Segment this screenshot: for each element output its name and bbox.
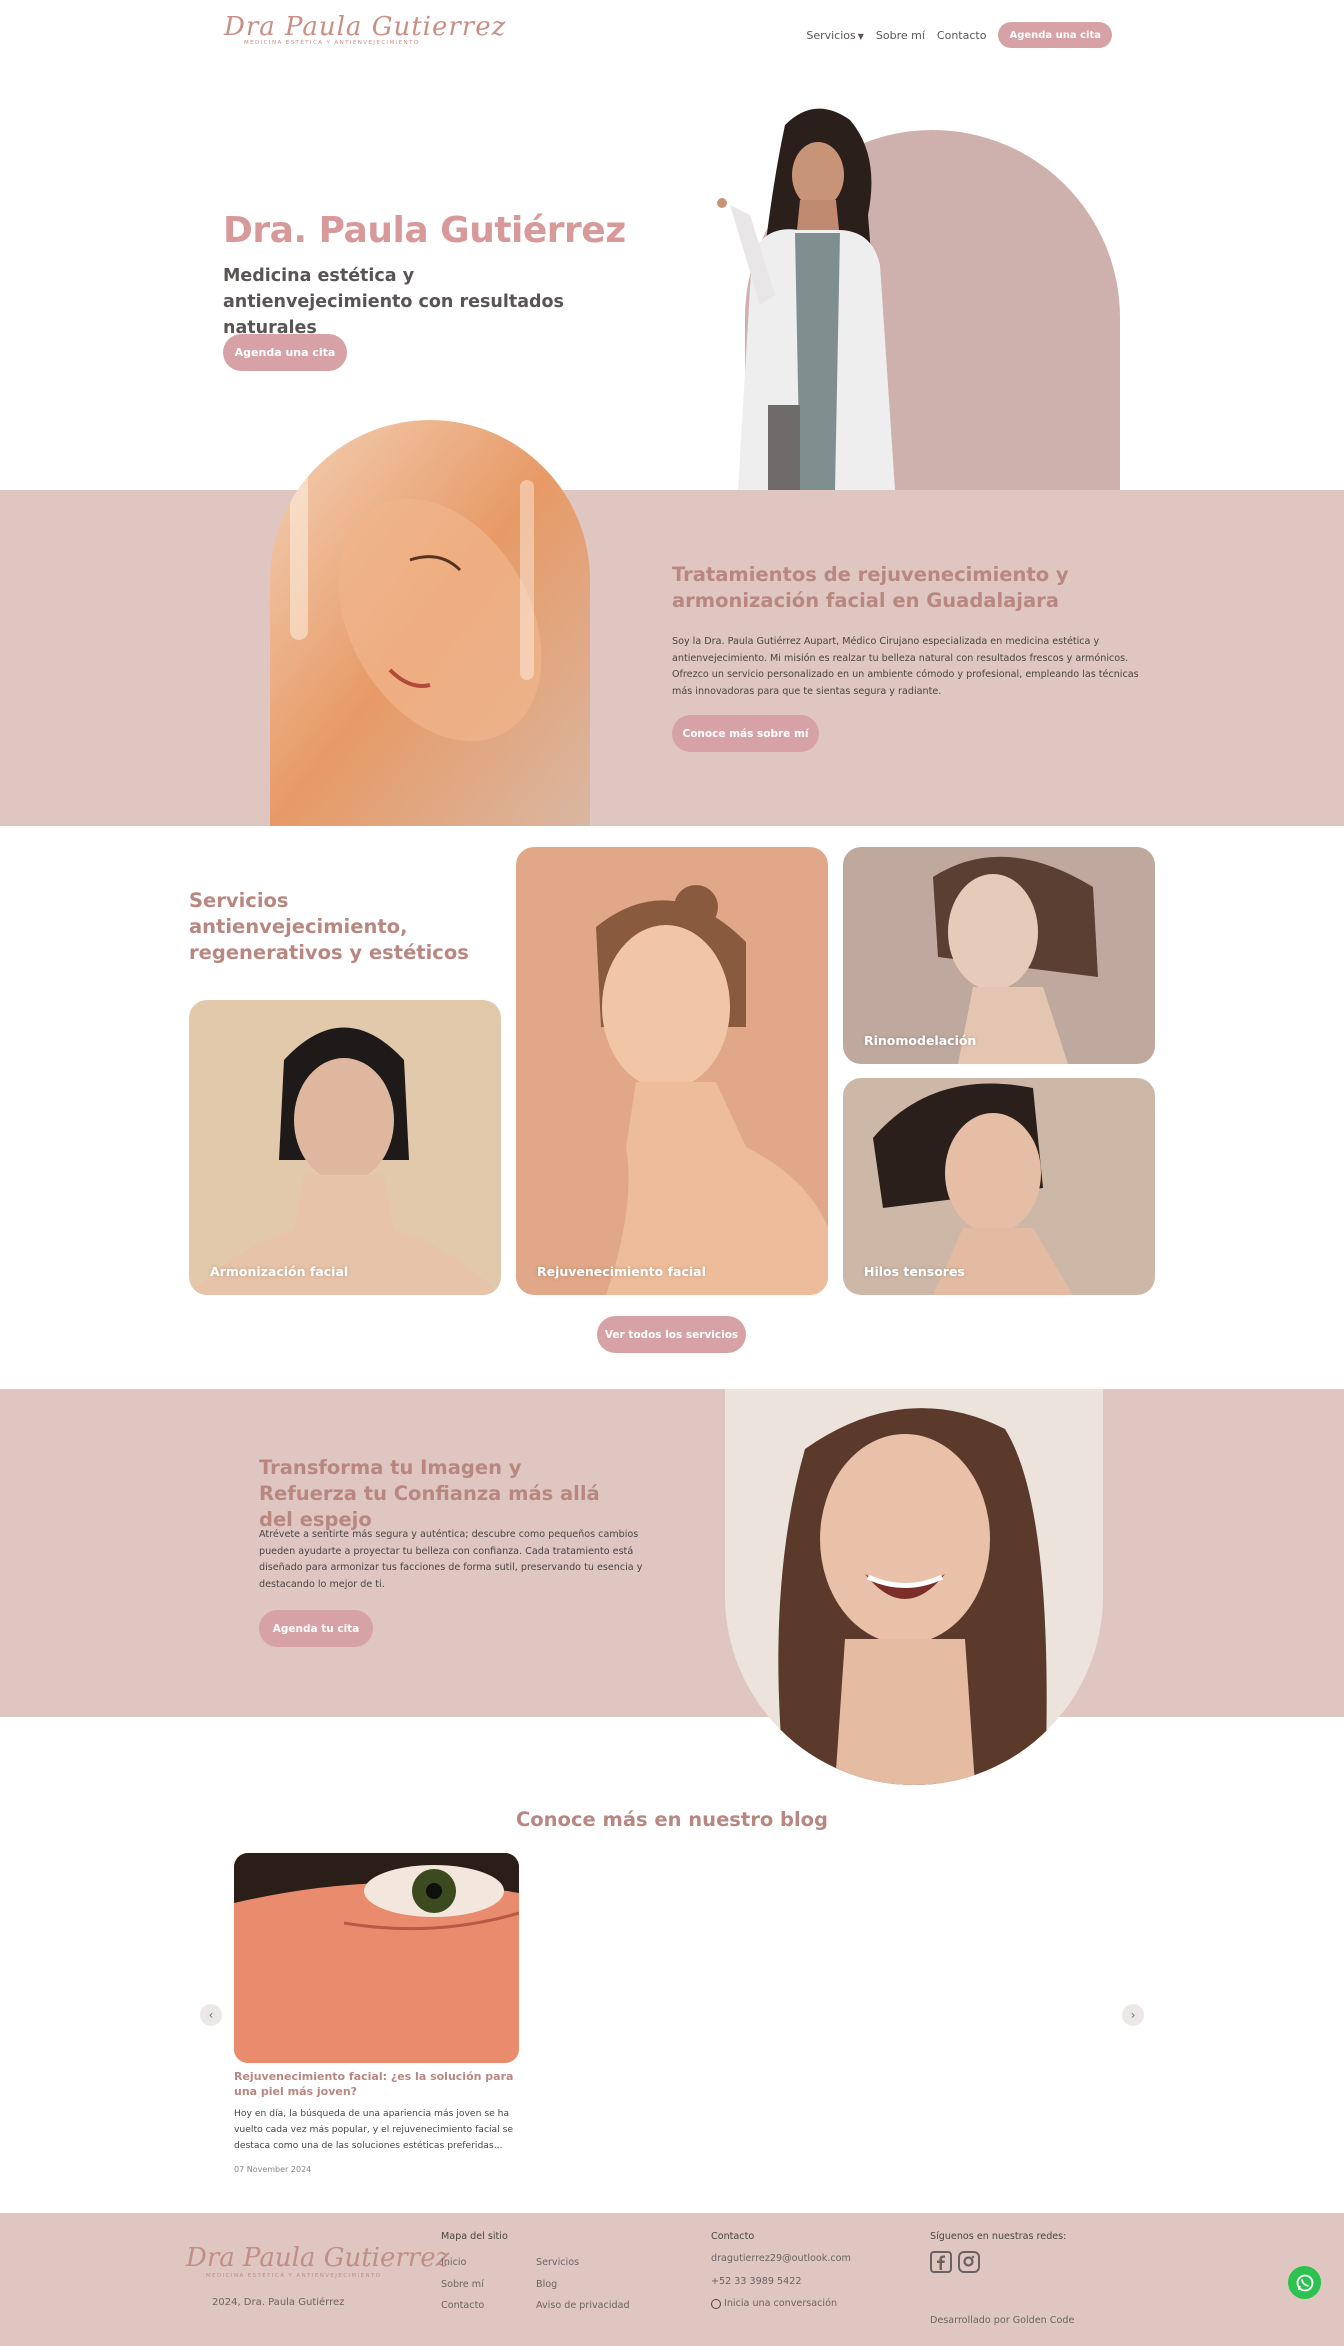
footer-credit[interactable]: Desarrollado por Golden Code — [930, 2315, 1074, 2326]
logo-script: Dra Paula Gutierrez — [224, 12, 507, 42]
service-card-rejuvenecimiento[interactable]: Rejuvenecimiento facial — [516, 847, 828, 1295]
blog-post-title[interactable]: Rejuvenecimiento facial: ¿es la solución… — [234, 2070, 519, 2099]
hero-title: Dra. Paula Gutiérrez — [223, 210, 626, 251]
nav-item-contacto[interactable]: Contacto — [937, 29, 987, 42]
footer-logo-tagline: Medicina estética y antienvejecimiento — [206, 2273, 382, 2279]
footer-phone[interactable]: +52 33 3989 5422 — [711, 2276, 801, 2287]
service-label: Armonización facial — [210, 1264, 349, 1279]
hero-subtitle: Medicina estética y antienvejecimiento c… — [223, 266, 564, 338]
chevron-right-icon[interactable]: › — [1122, 2004, 1144, 2026]
nav-links: Servicios ▼ Sobre mí Contacto Agenda una … — [806, 22, 1112, 48]
footer-link-blog[interactable]: Blog — [536, 2279, 557, 2290]
chevron-left-icon[interactable]: ‹ — [200, 2004, 222, 2026]
service-label: Hilos tensores — [864, 1264, 965, 1279]
footer-chat-label: Inicia una conversación — [724, 2298, 838, 2309]
transform-book-button[interactable]: Agenda tu cita — [259, 1610, 373, 1647]
navbar: Dra Paula Gutierrez Medicina estética y … — [0, 0, 1344, 70]
whatsapp-small-icon — [711, 2298, 721, 2309]
blog-post-date: 07 November 2024 — [234, 2165, 312, 2174]
about-more-button[interactable]: Conoce más sobre mí — [672, 715, 819, 752]
hero-doctor-photo — [690, 105, 940, 490]
about-facial-photo — [270, 420, 590, 826]
services-title: Servicios antienvejecimiento, regenerati… — [189, 889, 469, 964]
footer-link-contacto[interactable]: Contacto — [441, 2300, 484, 2311]
footer — [0, 2213, 1344, 2346]
footer-link-sobre-mi[interactable]: Sobre mí — [441, 2279, 484, 2290]
all-services-button[interactable]: Ver todos los servicios — [597, 1316, 746, 1353]
transform-woman-photo — [725, 1389, 1103, 1785]
footer-link-inicio[interactable]: Inicio — [441, 2257, 466, 2268]
footer-logo[interactable]: Dra Paula Gutierrez Medicina estética y … — [186, 2243, 450, 2279]
footer-copyright: 2024, Dra. Paula Gutiérrez — [212, 2297, 345, 2308]
blog-title: Conoce más en nuestro blog — [515, 1808, 829, 1831]
logo-tagline: Medicina estética y antienvejecimiento — [244, 40, 420, 46]
transform-title: Transforma tu Imagen y Refuerza tu Confi… — [259, 1456, 600, 1531]
nav-book-button[interactable]: Agenda una cita — [998, 22, 1112, 48]
caret-down-icon: ▼ — [857, 31, 864, 41]
service-card-rinomodelacion[interactable]: Rinomodelación — [843, 847, 1155, 1064]
nav-item-sobre-mi[interactable]: Sobre mí — [876, 29, 925, 42]
transform-text: Atrévete a sentirte más segura y auténti… — [259, 1529, 643, 1590]
contact-title: Contacto — [711, 2231, 755, 2242]
service-label: Rejuvenecimiento facial — [537, 1264, 706, 1279]
service-card-hilos[interactable]: Hilos tensores — [843, 1078, 1155, 1295]
whatsapp-float-button[interactable] — [1288, 2266, 1321, 2299]
blog-post-excerpt: Hoy en día, la búsqueda de una aparienci… — [234, 2108, 514, 2151]
nav-item-servicios[interactable]: Servicios ▼ — [806, 29, 864, 42]
social-title: Síguenos en nuestras redes: — [930, 2231, 1067, 2242]
hero-book-button[interactable]: Agenda una cita — [223, 334, 347, 371]
blog-post-image[interactable] — [234, 1853, 519, 2063]
footer-logo-script: Dra Paula Gutierrez — [186, 2243, 450, 2273]
service-card-armonizacion[interactable]: Armonización facial — [189, 1000, 501, 1295]
whatsapp-icon — [1296, 2274, 1313, 2291]
facebook-icon[interactable] — [930, 2251, 952, 2273]
instagram-icon[interactable] — [958, 2251, 980, 2273]
service-label: Rinomodelación — [864, 1033, 977, 1048]
about-title: Tratamientos de rejuvenecimiento y armon… — [672, 563, 1069, 612]
brand-logo[interactable]: Dra Paula Gutierrez Medicina estética y … — [224, 12, 507, 60]
footer-link-aviso[interactable]: Aviso de privacidad — [536, 2300, 630, 2311]
footer-chat-link[interactable]: Inicia una conversación — [711, 2298, 837, 2309]
footer-email[interactable]: dragutierrez29@outlook.com — [711, 2253, 851, 2264]
transform-section — [0, 1389, 1344, 1717]
sitemap-title: Mapa del sitio — [441, 2231, 508, 2242]
footer-link-servicios[interactable]: Servicios — [536, 2257, 579, 2268]
about-text: Soy la Dra. Paula Gutiérrez Aupart, Médi… — [672, 636, 1139, 697]
